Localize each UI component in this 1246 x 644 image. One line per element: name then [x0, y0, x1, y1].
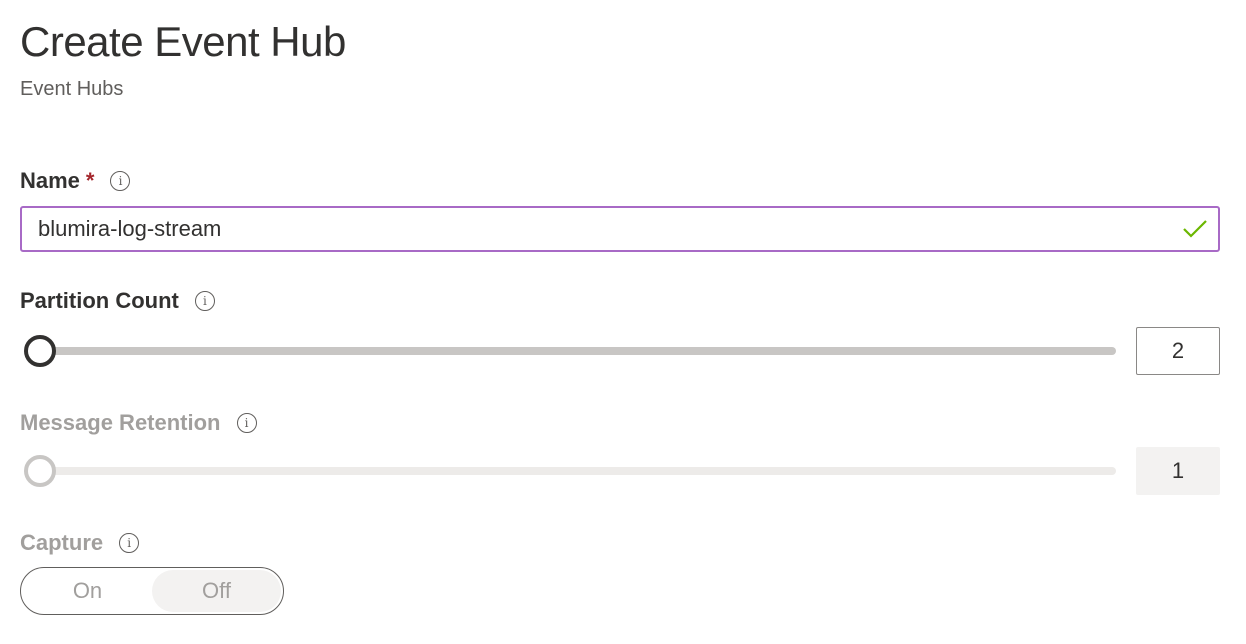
page-title: Create Event Hub	[20, 18, 346, 65]
slider-track	[34, 467, 1116, 475]
info-icon[interactable]: i	[194, 291, 215, 311]
capture-option-off[interactable]: Off	[152, 570, 281, 612]
partition-count-label: Partition Count i	[20, 288, 215, 314]
capture-toggle[interactable]: On Off	[20, 567, 284, 615]
message-retention-slider	[24, 455, 1116, 487]
page-subtitle: Event Hubs	[20, 78, 124, 100]
name-field[interactable]	[20, 206, 1220, 252]
info-icon[interactable]: i	[110, 171, 131, 191]
capture-option-on[interactable]: On	[23, 570, 152, 612]
name-input[interactable]	[22, 208, 1158, 250]
name-label: Name * i	[20, 168, 131, 194]
message-retention-label: Message Retention i	[20, 410, 257, 436]
slider-thumb[interactable]	[24, 335, 56, 367]
partition-count-label-text: Partition Count	[20, 288, 179, 313]
partition-count-value[interactable]: 2	[1136, 327, 1220, 375]
slider-thumb	[24, 455, 56, 487]
create-event-hub-panel: Create Event Hub Event Hubs Name * i Par…	[0, 0, 1246, 644]
info-icon[interactable]: i	[119, 533, 140, 553]
message-retention-label-text: Message Retention	[20, 410, 221, 435]
info-icon[interactable]: i	[236, 413, 257, 433]
capture-label-text: Capture	[20, 530, 104, 555]
checkmark-icon	[1183, 220, 1207, 238]
message-retention-value: 1	[1136, 447, 1220, 495]
capture-label: Capture i	[20, 530, 140, 556]
name-label-text: Name	[20, 168, 80, 193]
required-marker: *	[85, 168, 95, 193]
partition-count-slider[interactable]	[24, 335, 1116, 367]
slider-track[interactable]	[34, 347, 1116, 355]
